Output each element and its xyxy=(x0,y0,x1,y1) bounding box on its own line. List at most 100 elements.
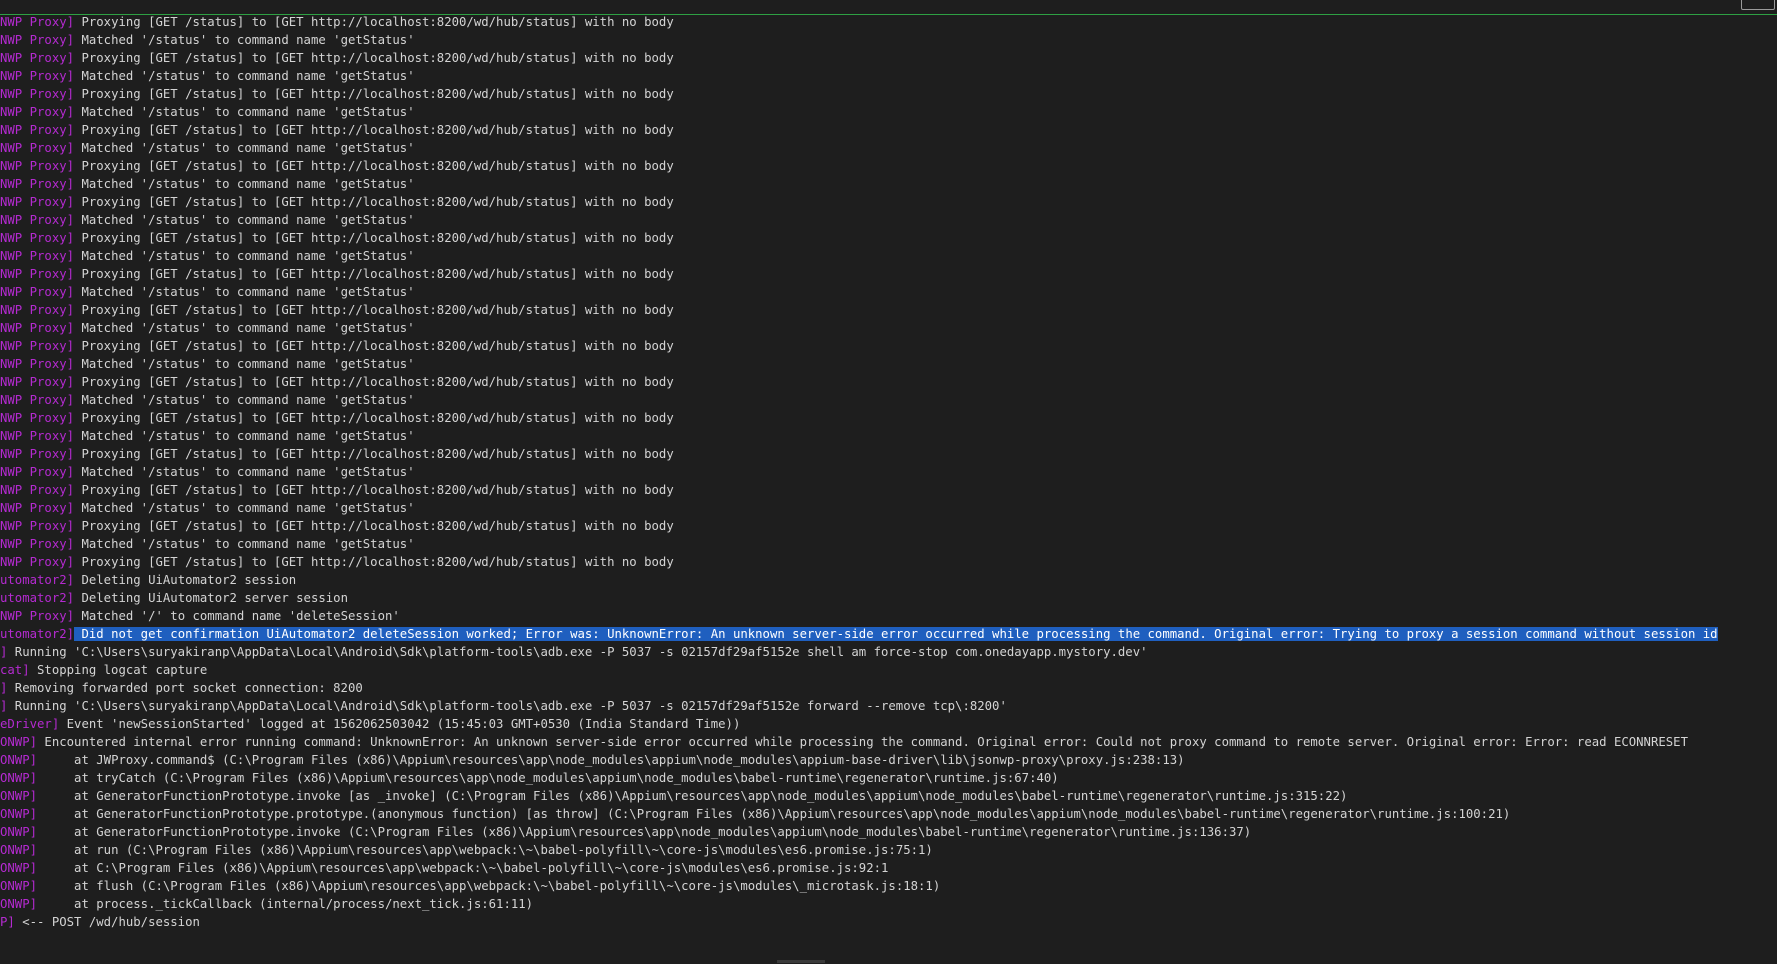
log-prefix: NWP Proxy] xyxy=(0,51,75,65)
log-prefix: NWP Proxy] xyxy=(0,501,75,515)
log-text: Proxying [GET /status] to [GET http://lo… xyxy=(74,303,674,317)
log-line: ] Running 'C:\Users\suryakiranp\AppData\… xyxy=(0,643,1777,661)
log-line: NWP Proxy] Matched '/status' to command … xyxy=(0,283,1777,301)
log-line: NWP Proxy] Matched '/status' to command … xyxy=(0,463,1777,481)
log-line: NWP Proxy] Proxying [GET /status] to [GE… xyxy=(0,265,1777,283)
log-text: Event 'newSessionStarted' logged at 1562… xyxy=(59,717,741,731)
log-line: NWP Proxy] Proxying [GET /status] to [GE… xyxy=(0,49,1777,67)
log-text: Proxying [GET /status] to [GET http://lo… xyxy=(74,231,674,245)
log-line: ONWP] at GeneratorFunctionPrototype.invo… xyxy=(0,823,1777,841)
log-text: Proxying [GET /status] to [GET http://lo… xyxy=(74,51,674,65)
log-text: Matched '/status' to command name 'getSt… xyxy=(74,321,415,335)
log-prefix: ONWP] xyxy=(0,789,38,803)
log-prefix: NWP Proxy] xyxy=(0,555,75,569)
log-text: Matched '/status' to command name 'getSt… xyxy=(74,213,415,227)
log-text: Proxying [GET /status] to [GET http://lo… xyxy=(74,267,674,281)
log-prefix: NWP Proxy] xyxy=(0,339,75,353)
log-line: NWP Proxy] Proxying [GET /status] to [GE… xyxy=(0,409,1777,427)
window-control-button[interactable] xyxy=(1741,0,1775,10)
log-line: ONWP] at run (C:\Program Files (x86)\App… xyxy=(0,841,1777,859)
log-line: NWP Proxy] Proxying [GET /status] to [GE… xyxy=(0,481,1777,499)
log-line: ] Removing forwarded port socket connect… xyxy=(0,679,1777,697)
log-text: Matched '/status' to command name 'getSt… xyxy=(74,393,415,407)
selected-log-text[interactable]: Did not get confirmation UiAutomator2 de… xyxy=(74,627,1718,641)
log-text: at GeneratorFunctionPrototype.invoke [as… xyxy=(37,789,1348,803)
log-prefix: NWP Proxy] xyxy=(0,15,75,29)
log-line: ONWP] at tryCatch (C:\Program Files (x86… xyxy=(0,769,1777,787)
log-text: Proxying [GET /status] to [GET http://lo… xyxy=(74,447,674,461)
log-text: at C:\Program Files (x86)\Appium\resourc… xyxy=(37,861,889,875)
log-line: ] Running 'C:\Users\suryakiranp\AppData\… xyxy=(0,697,1777,715)
log-prefix: NWP Proxy] xyxy=(0,429,75,443)
log-prefix: NWP Proxy] xyxy=(0,357,75,371)
log-text: at process._tickCallback (internal/proce… xyxy=(37,897,534,911)
log-prefix: NWP Proxy] xyxy=(0,249,75,263)
log-line: NWP Proxy] Matched '/status' to command … xyxy=(0,31,1777,49)
log-line: utomator2] Deleting UiAutomator2 session xyxy=(0,571,1777,589)
scroll-indicator[interactable] xyxy=(777,960,825,963)
log-text: Proxying [GET /status] to [GET http://lo… xyxy=(74,555,674,569)
log-prefix: NWP Proxy] xyxy=(0,87,75,101)
log-text: Matched '/status' to command name 'getSt… xyxy=(74,357,415,371)
log-text: at flush (C:\Program Files (x86)\Appium\… xyxy=(37,879,941,893)
log-prefix: NWP Proxy] xyxy=(0,231,75,245)
log-text: Proxying [GET /status] to [GET http://lo… xyxy=(74,483,674,497)
log-prefix: NWP Proxy] xyxy=(0,537,75,551)
log-line-selected[interactable]: utomator2] Did not get confirmation UiAu… xyxy=(0,625,1777,643)
log-text: Proxying [GET /status] to [GET http://lo… xyxy=(74,159,674,173)
log-prefix: ONWP] xyxy=(0,879,38,893)
log-line: cat] Stopping logcat capture xyxy=(0,661,1777,679)
log-text: Matched '/status' to command name 'getSt… xyxy=(74,33,415,47)
log-line: P] <-- POST /wd/hub/session xyxy=(0,913,1777,931)
log-text: Matched '/status' to command name 'getSt… xyxy=(74,465,415,479)
log-text: Matched '/status' to command name 'getSt… xyxy=(74,285,415,299)
log-line: ONWP] Encountered internal error running… xyxy=(0,733,1777,751)
log-line: utomator2] Deleting UiAutomator2 server … xyxy=(0,589,1777,607)
log-line: NWP Proxy] Proxying [GET /status] to [GE… xyxy=(0,445,1777,463)
log-text: Matched '/status' to command name 'getSt… xyxy=(74,105,415,119)
log-text: Matched '/status' to command name 'getSt… xyxy=(74,69,415,83)
log-line: NWP Proxy] Matched '/status' to command … xyxy=(0,427,1777,445)
log-text: Proxying [GET /status] to [GET http://lo… xyxy=(74,375,674,389)
log-text: Running 'C:\Users\suryakiranp\AppData\Lo… xyxy=(7,699,1007,713)
log-prefix: NWP Proxy] xyxy=(0,177,75,191)
log-prefix: NWP Proxy] xyxy=(0,105,75,119)
log-text: at JWProxy.command$ (C:\Program Files (x… xyxy=(37,753,1185,767)
log-prefix: NWP Proxy] xyxy=(0,159,75,173)
log-line: NWP Proxy] Proxying [GET /status] to [GE… xyxy=(0,337,1777,355)
log-text: at run (C:\Program Files (x86)\Appium\re… xyxy=(37,843,933,857)
log-prefix: NWP Proxy] xyxy=(0,195,75,209)
log-prefix: utomator2] xyxy=(0,627,75,641)
terminal-log: NWP Proxy] Proxying [GET /status] to [GE… xyxy=(0,13,1777,957)
log-line: NWP Proxy] Proxying [GET /status] to [GE… xyxy=(0,121,1777,139)
log-text: Matched '/status' to command name 'getSt… xyxy=(74,177,415,191)
log-line: NWP Proxy] Proxying [GET /status] to [GE… xyxy=(0,157,1777,175)
log-prefix: NWP Proxy] xyxy=(0,213,75,227)
log-text: Proxying [GET /status] to [GET http://lo… xyxy=(74,195,674,209)
log-text: at GeneratorFunctionPrototype.invoke (C:… xyxy=(37,825,1252,839)
log-text: Matched '/status' to command name 'getSt… xyxy=(74,141,415,155)
log-line: NWP Proxy] Proxying [GET /status] to [GE… xyxy=(0,229,1777,247)
log-line: NWP Proxy] Matched '/status' to command … xyxy=(0,499,1777,517)
log-line: ONWP] at GeneratorFunctionPrototype.invo… xyxy=(0,787,1777,805)
log-line: NWP Proxy] Matched '/status' to command … xyxy=(0,391,1777,409)
log-line: NWP Proxy] Matched '/status' to command … xyxy=(0,319,1777,337)
log-line: NWP Proxy] Matched '/status' to command … xyxy=(0,535,1777,553)
log-line: NWP Proxy] Matched '/' to command name '… xyxy=(0,607,1777,625)
log-line: eDriver] Event 'newSessionStarted' logge… xyxy=(0,715,1777,733)
log-prefix: ONWP] xyxy=(0,753,38,767)
log-prefix: utomator2] xyxy=(0,573,75,587)
log-prefix: ONWP] xyxy=(0,807,38,821)
log-text: Stopping logcat capture xyxy=(29,663,208,677)
log-prefix: ONWP] xyxy=(0,897,38,911)
log-prefix: NWP Proxy] xyxy=(0,285,75,299)
log-text: at tryCatch (C:\Program Files (x86)\Appi… xyxy=(37,771,1059,785)
log-line: NWP Proxy] Matched '/status' to command … xyxy=(0,247,1777,265)
log-text: Deleting UiAutomator2 server session xyxy=(74,591,348,605)
log-prefix: cat] xyxy=(0,663,30,677)
log-text: Deleting UiAutomator2 session xyxy=(74,573,297,587)
log-prefix: ONWP] xyxy=(0,843,38,857)
log-text: Matched '/' to command name 'deleteSessi… xyxy=(74,609,400,623)
log-line: NWP Proxy] Proxying [GET /status] to [GE… xyxy=(0,85,1777,103)
log-prefix: NWP Proxy] xyxy=(0,267,75,281)
